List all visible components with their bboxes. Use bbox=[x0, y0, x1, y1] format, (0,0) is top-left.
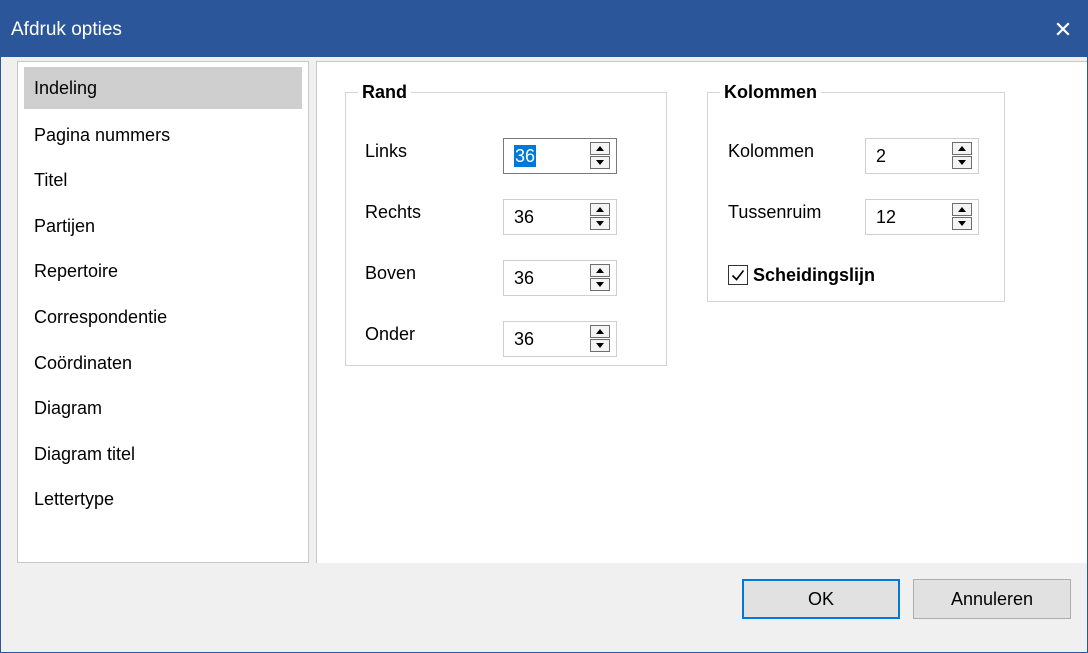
dialog-title: Afdruk opties bbox=[11, 19, 122, 40]
kolommen-up-button[interactable] bbox=[952, 142, 972, 155]
kolommen-input[interactable] bbox=[866, 139, 944, 173]
scheidingslijn-checkbox[interactable]: Scheidingslijn bbox=[728, 259, 998, 291]
nav-item-titel[interactable]: Titel bbox=[24, 159, 302, 201]
scheidingslijn-label: Scheidingslijn bbox=[753, 264, 876, 285]
rechts-up-button[interactable] bbox=[590, 203, 610, 216]
boven-spinner bbox=[503, 260, 617, 296]
nav-item-coordinaten[interactable]: Coördinaten bbox=[24, 342, 302, 384]
boven-input[interactable] bbox=[504, 261, 582, 295]
links-up-button[interactable] bbox=[590, 142, 610, 155]
checkmark-icon bbox=[731, 270, 745, 281]
kolommen-label: Kolommen bbox=[728, 141, 815, 161]
checkbox-box[interactable] bbox=[728, 265, 748, 285]
arrow-down-icon bbox=[958, 160, 966, 165]
rand-group: Rand Links 36 Rechts Boven bbox=[345, 82, 667, 366]
nav-item-correspondentie[interactable]: Correspondentie bbox=[24, 296, 302, 338]
close-button[interactable] bbox=[1045, 11, 1081, 47]
arrow-up-icon bbox=[958, 146, 966, 151]
tussenruimte-up-button[interactable] bbox=[952, 203, 972, 216]
rechts-label: Rechts bbox=[365, 202, 422, 222]
rechts-input[interactable] bbox=[504, 200, 582, 234]
category-list: Indeling Pagina nummers Titel Partijen R… bbox=[17, 61, 309, 563]
rechts-down-button[interactable] bbox=[590, 217, 610, 230]
tussenruimte-label: Tussenruim bbox=[728, 202, 822, 222]
boven-up-button[interactable] bbox=[590, 264, 610, 277]
boven-down-button[interactable] bbox=[590, 278, 610, 291]
settings-panel: Rand Links 36 Rechts Boven bbox=[316, 61, 1087, 563]
arrow-down-icon bbox=[596, 160, 604, 165]
cancel-button[interactable]: Annuleren bbox=[913, 579, 1071, 619]
onder-down-button[interactable] bbox=[590, 339, 610, 352]
nav-item-pagina-nummers[interactable]: Pagina nummers bbox=[24, 114, 302, 156]
tussenruimte-down-button[interactable] bbox=[952, 217, 972, 230]
kolommen-group: Kolommen Kolommen Tussenruim bbox=[707, 82, 1005, 302]
nav-item-diagram[interactable]: Diagram bbox=[24, 387, 302, 429]
arrow-up-icon bbox=[596, 268, 604, 273]
onder-label: Onder bbox=[365, 324, 416, 344]
onder-spinner bbox=[503, 321, 617, 357]
arrow-down-icon bbox=[596, 343, 604, 348]
arrow-down-icon bbox=[596, 221, 604, 226]
nav-item-lettertype[interactable]: Lettertype bbox=[24, 478, 302, 520]
links-label: Links bbox=[365, 141, 408, 161]
boven-label: Boven bbox=[365, 263, 417, 283]
arrow-up-icon bbox=[958, 207, 966, 212]
arrow-up-icon bbox=[596, 146, 604, 151]
links-down-button[interactable] bbox=[590, 156, 610, 169]
close-icon bbox=[1056, 22, 1070, 36]
tussenruimte-spinner bbox=[865, 199, 979, 235]
ok-button[interactable]: OK bbox=[742, 579, 900, 619]
kolommen-legend: Kolommen bbox=[724, 82, 818, 102]
kolommen-spinner bbox=[865, 138, 979, 174]
nav-item-repertoire[interactable]: Repertoire bbox=[24, 250, 302, 292]
title-bar[interactable]: Afdruk opties bbox=[1, 1, 1087, 57]
nav-item-diagram-titel[interactable]: Diagram titel bbox=[24, 433, 302, 475]
arrow-down-icon bbox=[958, 221, 966, 226]
links-spinner: 36 bbox=[503, 138, 617, 174]
tussenruimte-input[interactable] bbox=[866, 200, 944, 234]
links-value[interactable]: 36 bbox=[514, 145, 537, 167]
arrow-up-icon bbox=[596, 207, 604, 212]
print-options-dialog: Afdruk opties Indeling Pagina nummers Ti… bbox=[0, 0, 1088, 653]
rechts-spinner bbox=[503, 199, 617, 235]
onder-input[interactable] bbox=[504, 322, 582, 356]
onder-up-button[interactable] bbox=[590, 325, 610, 338]
arrow-up-icon bbox=[596, 329, 604, 334]
rand-legend: Rand bbox=[362, 82, 407, 102]
nav-item-partijen[interactable]: Partijen bbox=[24, 205, 302, 247]
arrow-down-icon bbox=[596, 282, 604, 287]
kolommen-down-button[interactable] bbox=[952, 156, 972, 169]
nav-item-indeling[interactable]: Indeling bbox=[24, 67, 302, 109]
